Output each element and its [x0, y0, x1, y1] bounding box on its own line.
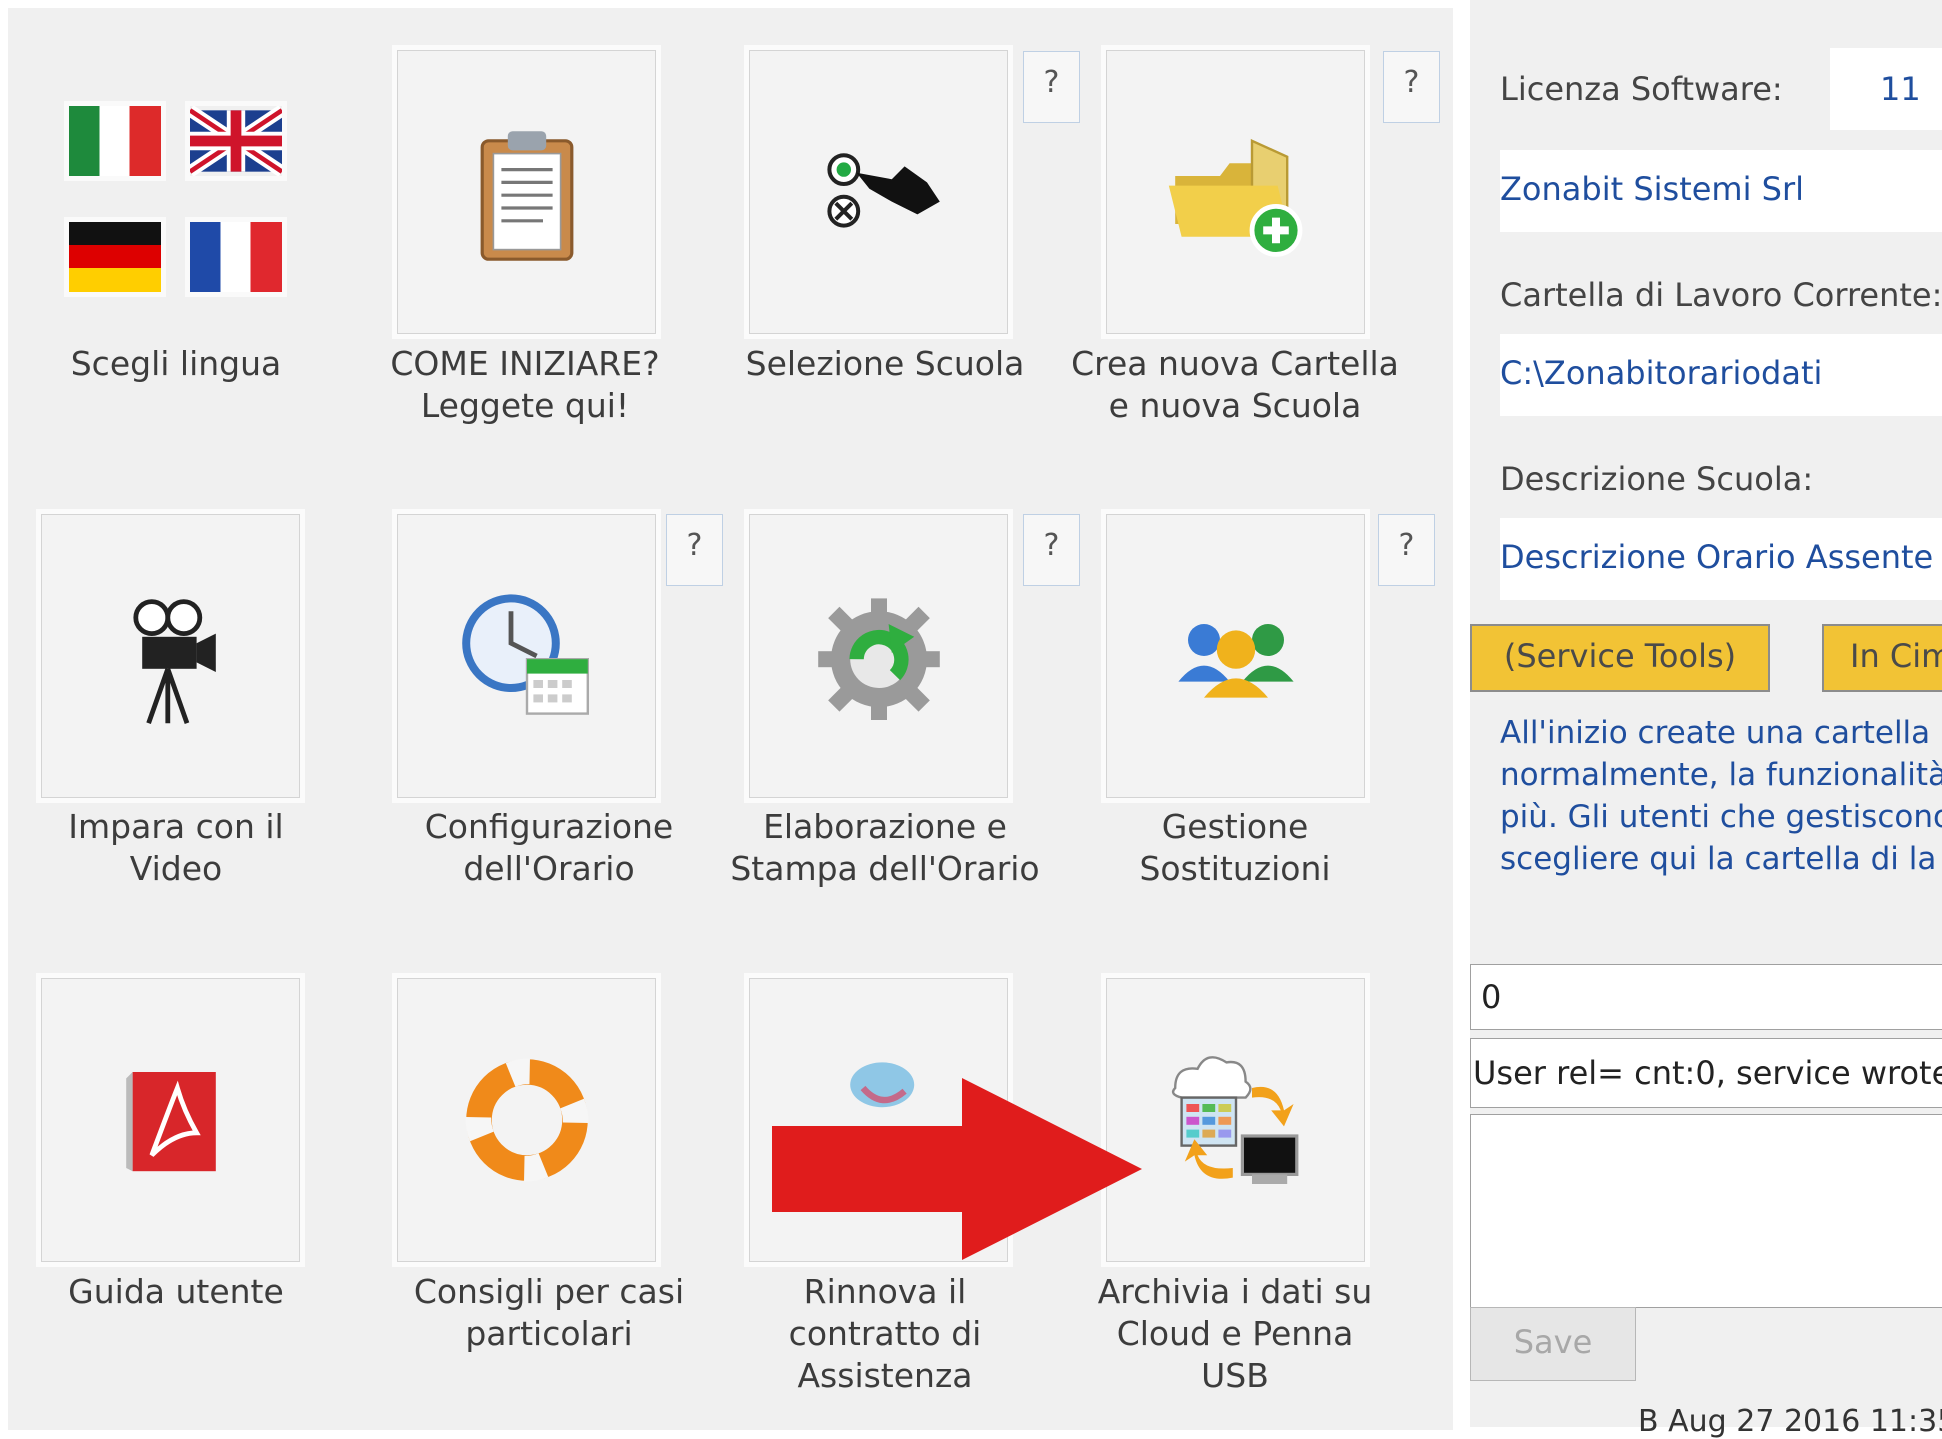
tile-label-impara-video: Impara con il Video	[68, 807, 284, 888]
france-flag-icon[interactable]	[190, 222, 282, 292]
tile-label-crea-cartella: Crea nuova Cartella e nuova Scuola	[1071, 344, 1399, 425]
germany-flag-icon[interactable]	[69, 222, 161, 292]
tile-label-language: Scegli lingua	[70, 344, 282, 383]
log-textarea[interactable]	[1470, 1114, 1942, 1308]
italy-flag-icon[interactable]	[69, 106, 161, 176]
users-group-icon	[1177, 624, 1294, 698]
info-line: scegliere qui la cartella di la	[1500, 841, 1937, 877]
info-text: All'inizio create una cartella normalmen…	[1500, 712, 1942, 880]
tile-label-configurazione: Configurazione dell'Orario	[424, 807, 674, 888]
tile-label-come-iniziare: COME INIZIARE? Leggete qui!	[390, 344, 660, 425]
tile-configurazione-orario[interactable]	[397, 514, 656, 798]
info-panel: Licenza Software: 11 Zonabit Sistemi Srl…	[1470, 0, 1942, 1439]
tile-label-selezione-scuola: Selezione Scuola	[745, 344, 1025, 383]
license-value-box: 11	[1830, 48, 1942, 130]
secondary-yellow-button[interactable]: In Cim	[1822, 624, 1942, 692]
help-button-crea-cartella[interactable]: ?	[1383, 51, 1440, 123]
tile-label-guida: Guida utente	[68, 1272, 284, 1311]
folder-add-icon	[1168, 138, 1302, 257]
tile-guida-utente[interactable]	[41, 978, 300, 1262]
info-line: All'inizio create una cartella	[1500, 715, 1931, 751]
tile-gestione-sostituzioni[interactable]	[1106, 514, 1365, 798]
select-hand-icon	[826, 153, 940, 228]
tile-consigli[interactable]	[397, 978, 656, 1262]
pdf-icon	[125, 1072, 216, 1172]
tile-crea-cartella[interactable]	[1106, 50, 1365, 334]
save-button[interactable]: Save	[1470, 1307, 1636, 1381]
gear-refresh-icon	[817, 598, 940, 720]
tile-label-rinnova: Rinnova il contratto di Assistenza	[788, 1272, 982, 1395]
tile-impara-video[interactable]	[41, 514, 300, 798]
info-line: più. Gli utenti che gestiscono	[1500, 799, 1942, 835]
clock-calendar-icon	[461, 594, 589, 715]
uk-flag-icon[interactable]	[186, 105, 286, 177]
company-name: Zonabit Sistemi Srl	[1500, 170, 1805, 208]
tile-label-gestione: Gestione Sostituzioni	[1139, 807, 1331, 888]
lifebuoy-icon	[465, 1058, 588, 1182]
red-arrow-icon	[772, 1078, 1142, 1260]
folder-label: Cartella di Lavoro Corrente:	[1500, 276, 1942, 314]
license-value: 11	[1880, 70, 1921, 108]
numeric-field[interactable]: 0	[1470, 964, 1942, 1030]
cloud-sync-icon	[1171, 1056, 1298, 1184]
school-description: Descrizione Orario Assente	[1500, 538, 1934, 576]
tile-selezione-scuola[interactable]	[749, 50, 1008, 334]
info-line: normalmente, la funzionalità	[1500, 757, 1942, 793]
status-field: User rel= cnt:0, service wrote:	[1470, 1038, 1942, 1108]
tile-come-iniziare[interactable]	[397, 50, 656, 334]
tile-label-consigli: Consigli per casi particolari	[413, 1272, 685, 1353]
help-button-elaborazione[interactable]: ?	[1023, 514, 1080, 586]
service-tools-button[interactable]: (Service Tools)	[1470, 624, 1770, 692]
folder-path: C:\Zonabitorariodati	[1500, 354, 1823, 392]
help-button-gestione[interactable]: ?	[1378, 514, 1435, 586]
uk-flag-svg	[186, 105, 286, 177]
help-button-configurazione[interactable]: ?	[666, 514, 723, 586]
help-button-selezione[interactable]: ?	[1023, 51, 1080, 123]
main-menu-panel: Scegli lingua COME INIZIARE? Leggete qui…	[8, 8, 1453, 1430]
license-label: Licenza Software:	[1500, 70, 1783, 108]
clipboard-icon	[480, 131, 573, 261]
video-camera-icon	[132, 599, 216, 724]
build-date: B Aug 27 2016 11:35	[1638, 1404, 1942, 1439]
tile-elaborazione-stampa[interactable]	[749, 514, 1008, 798]
tile-label-elaborazione: Elaborazione e Stampa dell'Orario	[730, 807, 1040, 888]
school-label: Descrizione Scuola:	[1500, 460, 1814, 498]
tile-archivia-dati[interactable]	[1106, 978, 1365, 1262]
tile-label-archivia: Archivia i dati su Cloud e Penna USB	[1097, 1272, 1373, 1395]
